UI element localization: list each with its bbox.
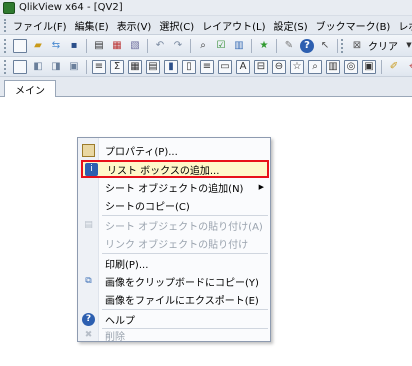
design-toolbar: ◧ ◨ ▣ ≡ Σ ▦ ▤ ▮ ▯ ≡ ▭ A ⊟ ⊖ ☆ ⌕ ▥ ◎ ▣ ✐ …	[0, 57, 412, 77]
format-painter-icon[interactable]: ✐	[387, 60, 401, 74]
menu-edit[interactable]: 編集(E)	[71, 18, 113, 33]
menu-item-label: プロパティ(P)...	[105, 146, 178, 158]
toolbar-separator	[381, 59, 382, 74]
redo-icon[interactable]: ↷	[171, 39, 185, 53]
copy-image-icon: ⧉	[85, 276, 92, 286]
custom-object-icon[interactable]: ◎	[344, 59, 358, 74]
line-arrow-icon[interactable]: ⊟	[254, 59, 268, 74]
menu-item-delete: ✖ 削除	[78, 326, 270, 344]
menu-item-add-listbox[interactable]: i リスト ボックスの追加...	[81, 160, 269, 178]
print-pdf-icon[interactable]: ▦	[110, 39, 124, 53]
menu-item-copy-image-clipboard[interactable]: ⧉ 画像をクリップボードにコピー(Y)	[78, 272, 270, 290]
sheet-tab-strip: メイン	[0, 77, 412, 97]
save-icon[interactable]: ▪	[67, 39, 81, 53]
menu-item-label: 画像をファイルにエクスポート(E)	[105, 295, 259, 307]
text-object-icon[interactable]: A	[236, 59, 250, 74]
slider-object-icon[interactable]: ⊖	[272, 59, 286, 74]
align-icon[interactable]: ⌖	[405, 60, 412, 74]
menu-item-label: シートのコピー(C)	[105, 201, 190, 213]
menu-item-label: シート オブジェクトの追加(N)	[105, 183, 244, 195]
menu-item-export-image-file[interactable]: 画像をファイルにエクスポート(E)	[78, 290, 270, 308]
toolbar-separator	[190, 38, 191, 53]
input-box-icon[interactable]: ▯	[182, 59, 196, 74]
undo-icon[interactable]: ↶	[153, 39, 167, 53]
search-object-icon[interactable]: ⌕	[308, 59, 322, 74]
standard-toolbar: ▰ ⇆ ▪ ▤ ▦ ▧ ↶ ↷ ⌕ ☑ ▥ ★ ✎ ? ↖ ⊠ クリア ▼ ↺ …	[0, 35, 412, 57]
clear-icon[interactable]: ⊠	[350, 39, 364, 53]
menu-view[interactable]: 表示(V)	[113, 18, 156, 33]
menu-reports[interactable]: レポー	[394, 18, 412, 33]
select-check-icon[interactable]: ☑	[214, 39, 228, 53]
delete-icon: ✖	[84, 330, 93, 340]
menu-item-print[interactable]: 印刷(P)...	[78, 254, 270, 272]
menu-layout[interactable]: レイアウト(L)	[198, 18, 269, 33]
toolbar-grip-icon[interactable]	[4, 38, 7, 53]
sheet-properties-icon[interactable]: ▣	[67, 60, 81, 74]
toolbar-separator	[86, 38, 87, 53]
context-help-icon[interactable]: ↖	[318, 39, 332, 53]
title-bar: QlikView x64 - [QV2]	[0, 0, 412, 16]
paste-icon: ▤	[84, 220, 93, 230]
tab-main[interactable]: メイン	[4, 80, 56, 97]
sheet-left-icon[interactable]: ◧	[31, 60, 45, 74]
menu-item-label: 削除	[105, 331, 125, 343]
toolbar-separator	[276, 38, 277, 53]
open-folder-icon[interactable]: ▰	[31, 39, 45, 53]
menu-item-label: リンク オブジェクトの貼り付け	[105, 239, 249, 251]
menu-file[interactable]: ファイル(F)	[9, 18, 71, 33]
menu-item-label: シート オブジェクトの貼り付け(A)	[105, 221, 263, 233]
menubar-grip-icon[interactable]	[4, 18, 6, 32]
listbox-add-icon: i	[85, 162, 98, 176]
favorites-star-icon[interactable]: ★	[257, 39, 271, 53]
bookmark-object-icon[interactable]: ☆	[290, 59, 304, 74]
button-object-icon[interactable]: ▭	[218, 59, 232, 74]
table-box-icon[interactable]: ▤	[146, 59, 160, 74]
toolbar-grip-icon[interactable]	[4, 59, 7, 74]
properties-icon	[82, 143, 95, 157]
menu-item-paste-linked-object: リンク オブジェクトの貼り付け	[78, 234, 270, 252]
clear-dropdown-icon[interactable]: ▼	[402, 39, 412, 53]
menu-item-label: 印刷(P)...	[105, 259, 149, 271]
menu-item-add-sheet-object[interactable]: シート オブジェクトの追加(N) ▶	[78, 178, 270, 196]
server-object-icon[interactable]: ▣	[362, 59, 376, 74]
toolbar-separator	[86, 59, 87, 74]
toolbar-separator	[251, 38, 252, 53]
clear-button[interactable]: クリア	[368, 38, 398, 53]
context-menu: プロパティ(P)... i リスト ボックスの追加... シート オブジェクトの…	[77, 137, 271, 344]
window-title: QlikView x64 - [QV2]	[19, 2, 123, 13]
toolbar-separator	[147, 38, 148, 53]
menu-item-properties[interactable]: プロパティ(P)...	[78, 141, 270, 159]
multi-box-icon[interactable]: ▦	[128, 59, 142, 74]
current-selections-icon[interactable]: ≡	[200, 59, 214, 74]
menu-bookmarks[interactable]: ブックマーク(B)	[312, 18, 395, 33]
search-icon[interactable]: ⌕	[196, 39, 210, 53]
edit-script-icon[interactable]: ▧	[128, 39, 142, 53]
edit-properties-icon[interactable]: ✎	[282, 39, 296, 53]
help-icon: ?	[82, 312, 95, 326]
menu-item-paste-sheet-object: ▤ シート オブジェクトの貼り付け(A)	[78, 216, 270, 234]
statistics-box-icon[interactable]: Σ	[110, 59, 124, 74]
menu-item-label: 画像をクリップボードにコピー(Y)	[105, 277, 259, 289]
menu-item-label: ヘルプ	[105, 315, 135, 327]
menu-settings[interactable]: 設定(S)	[270, 18, 312, 33]
toolbar-grip-icon[interactable]	[341, 38, 344, 53]
qlikview-app-icon	[3, 1, 15, 14]
container-icon[interactable]: ▥	[326, 59, 340, 74]
menu-item-copy-sheet[interactable]: シートのコピー(C)	[78, 196, 270, 214]
submenu-arrow-icon: ▶	[258, 183, 264, 191]
reload-icon[interactable]: ⇆	[49, 39, 63, 53]
menu-item-label: リスト ボックスの追加...	[107, 165, 220, 177]
print-icon[interactable]: ▤	[92, 39, 106, 53]
listbox-icon[interactable]: ≡	[92, 59, 106, 74]
toolbar-separator	[337, 38, 338, 53]
help-icon[interactable]: ?	[300, 38, 314, 53]
sheet-right-icon[interactable]: ◨	[49, 60, 63, 74]
chart-icon[interactable]: ▮	[164, 59, 178, 74]
menu-bar: ファイル(F) 編集(E) 表示(V) 選択(C) レイアウト(L) 設定(S)…	[0, 16, 412, 35]
new-sheet-icon[interactable]	[13, 59, 27, 74]
chart-wizard-icon[interactable]: ▥	[232, 39, 246, 53]
new-document-icon[interactable]	[13, 38, 27, 53]
menu-selection[interactable]: 選択(C)	[155, 18, 198, 33]
tab-main-label: メイン	[15, 85, 45, 97]
